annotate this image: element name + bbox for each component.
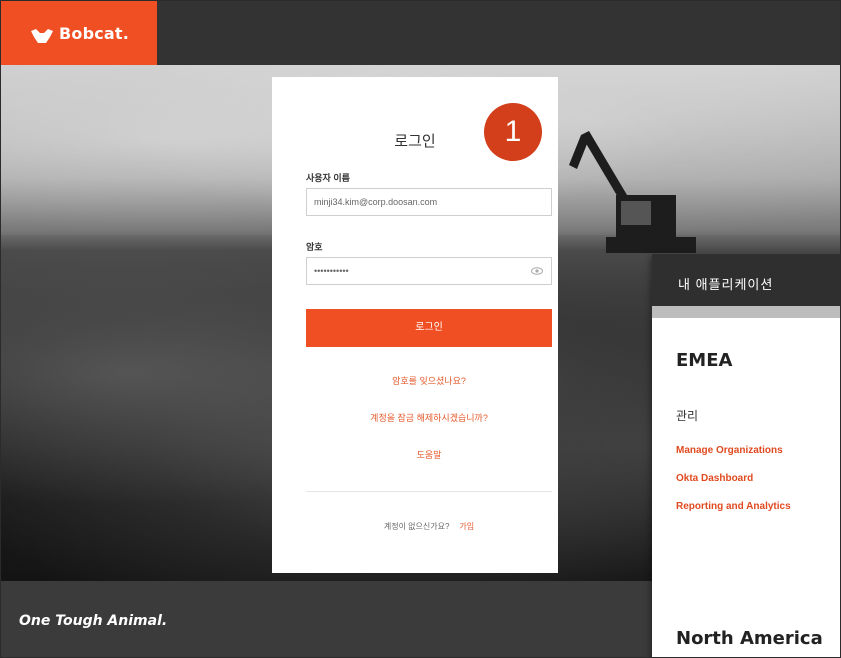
signup-row: 계정이 없으신가요? 가입 — [306, 521, 552, 532]
manage-organizations-link[interactable]: Manage Organizations — [676, 445, 783, 456]
top-header: Bobcat. — [1, 1, 840, 65]
screenshot-frame: Bobcat. One Tough Animal. 로그인 사용자 이름 min… — [0, 0, 841, 658]
reporting-analytics-link[interactable]: Reporting and Analytics — [676, 501, 791, 512]
password-input[interactable]: ••••••••••• — [306, 257, 552, 285]
okta-dashboard-link[interactable]: Okta Dashboard — [676, 473, 753, 484]
card-divider — [306, 491, 552, 492]
step-number-marker: 1 — [484, 103, 542, 161]
username-label: 사용자 이름 — [306, 173, 350, 183]
password-value: ••••••••••• — [314, 266, 349, 276]
brand-tagline: One Tough Animal. — [19, 613, 168, 629]
signup-link[interactable]: 가입 — [459, 522, 474, 531]
help-link[interactable]: 도움말 — [306, 448, 552, 461]
no-account-text: 계정이 없으신가요? — [383, 522, 450, 531]
admin-label: 관리 — [676, 409, 699, 423]
forgot-password-link[interactable]: 암호를 잊으셨나요? — [306, 374, 552, 387]
username-input[interactable]: minji34.kim@corp.doosan.com — [306, 188, 552, 216]
login-button[interactable]: 로그인 — [306, 309, 552, 347]
logo-box[interactable]: Bobcat. — [1, 1, 157, 65]
excavator-graphic — [569, 131, 696, 253]
apps-panel-subbar — [652, 306, 840, 318]
apps-panel-header: 내 애플리케이션 — [652, 254, 840, 306]
region-heading-emea: EMEA — [676, 350, 733, 371]
password-label: 암호 — [306, 242, 323, 252]
apps-panel-title: 내 애플리케이션 — [678, 277, 774, 292]
username-value: minji34.kim@corp.doosan.com — [314, 197, 438, 207]
unlock-account-link[interactable]: 계정을 잠금 해제하시겠습니까? — [306, 411, 552, 424]
bobcat-logo-icon — [31, 29, 53, 43]
logo-text: Bobcat. — [59, 24, 130, 43]
region-heading-north-america: North America — [676, 628, 823, 649]
eye-icon[interactable] — [531, 266, 543, 276]
my-apps-panel: 내 애플리케이션 EMEA 관리 Manage Organizations Ok… — [652, 254, 840, 657]
